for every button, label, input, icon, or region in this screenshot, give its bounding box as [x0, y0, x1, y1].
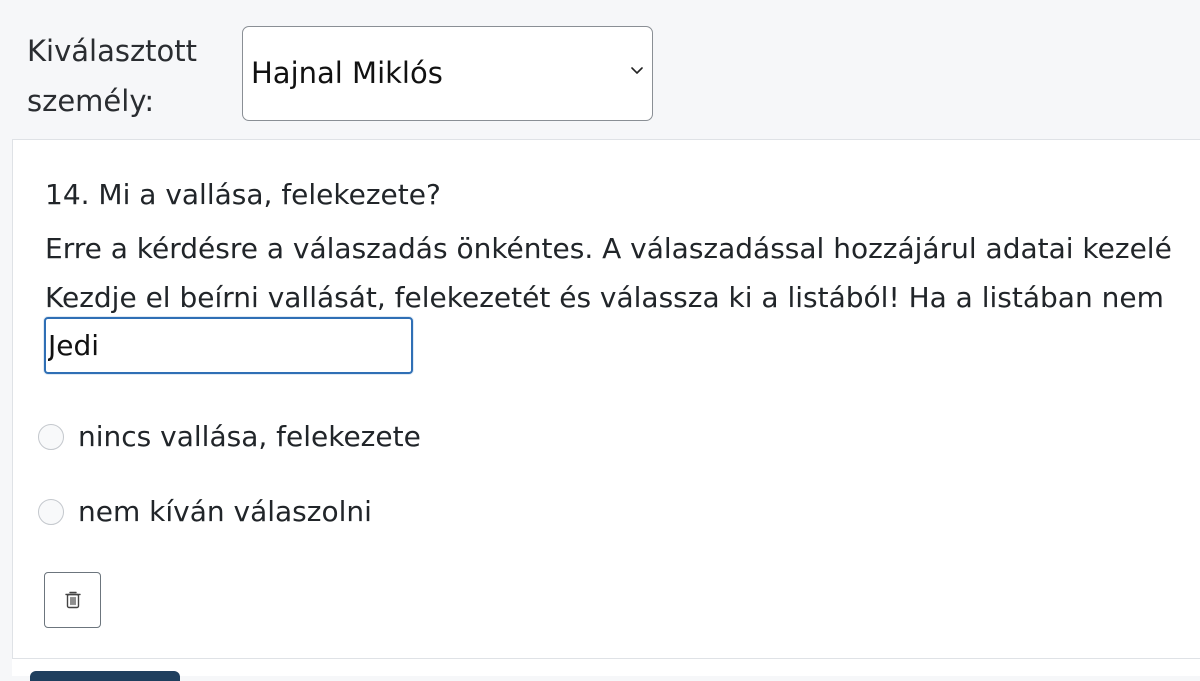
radio-button[interactable] [38, 424, 64, 450]
trash-icon [64, 591, 81, 609]
question-card [12, 139, 1200, 659]
radio-label: nem kíván válaszolni [78, 495, 372, 528]
card-footer [12, 658, 1200, 676]
person-select[interactable]: Hajnal Miklós [242, 26, 653, 121]
clear-answer-button[interactable] [44, 572, 101, 628]
religion-autocomplete-input[interactable] [44, 317, 413, 374]
help-line: Erre a kérdésre a válaszadás önkéntes. A… [45, 232, 1172, 265]
radio-button[interactable] [38, 499, 64, 525]
help-line: Kezdje el beírni vallását, felekezetét é… [45, 281, 1164, 314]
radio-option-no-religion[interactable]: nincs vallása, felekezete [38, 417, 421, 457]
radio-option-decline-answer[interactable]: nem kíván válaszolni [38, 492, 372, 532]
next-button[interactable] [30, 671, 180, 681]
radio-label: nincs vallása, felekezete [78, 420, 421, 453]
question-title: 14. Mi a vallása, felekezete? [45, 178, 441, 211]
chevron-down-icon [631, 67, 643, 74]
person-select-value: Hajnal Miklós [251, 56, 443, 90]
question-help-text: Erre a kérdésre a válaszadás önkéntes. A… [45, 224, 1172, 322]
person-select-label: Kiválasztott személy: [27, 34, 198, 118]
person-selector-bar: Kiválasztott személy: Hajnal Miklós [0, 0, 1200, 140]
